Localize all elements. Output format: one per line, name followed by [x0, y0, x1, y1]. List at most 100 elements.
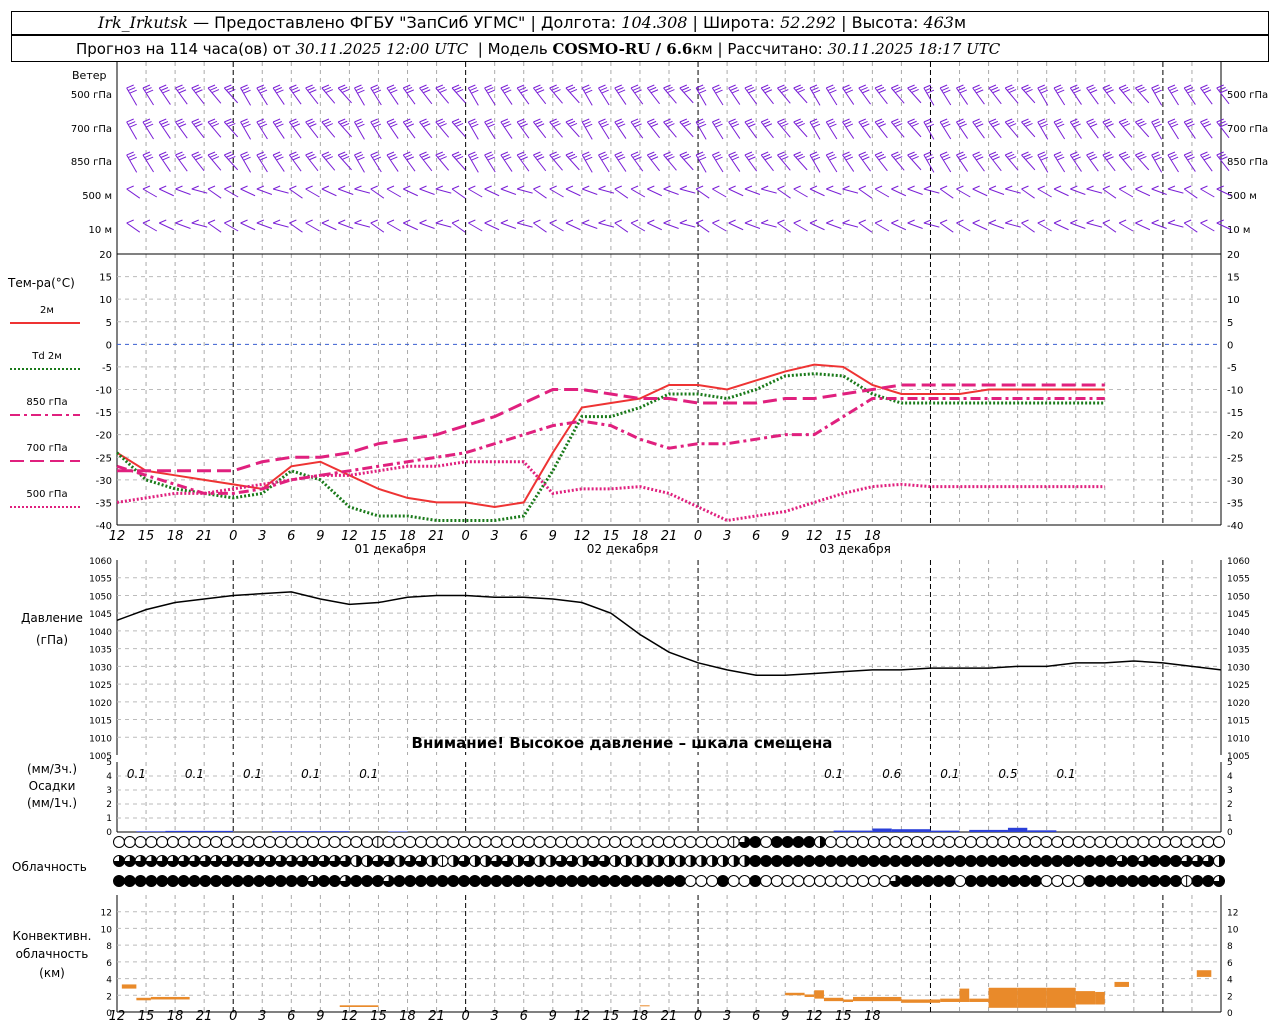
wind-barb-feather — [487, 156, 495, 161]
conv-bar — [969, 998, 989, 1002]
cloud-circle — [1180, 836, 1193, 848]
wind-barb-feather — [520, 89, 528, 94]
wind-barb — [793, 188, 808, 198]
cloud-fill-half — [690, 855, 697, 867]
time-tick-label: 9 — [316, 529, 324, 544]
cloud-symbol — [145, 875, 158, 887]
cloud-circle — [1051, 836, 1064, 848]
cloud-fill-full — [782, 836, 794, 848]
wind-barb-feather — [617, 89, 626, 94]
cloud-symbol — [263, 855, 276, 867]
wind-barb-feather — [712, 84, 720, 89]
wind-barb-feather — [925, 154, 933, 159]
cloud-symbol — [598, 855, 611, 867]
time-tick-label: 18 — [167, 529, 184, 544]
wind-barb — [891, 222, 907, 231]
wind-barb-feather — [744, 118, 753, 123]
wind-barb-feather — [292, 156, 301, 161]
wind-barb-feather — [695, 219, 704, 224]
wind-barb — [923, 222, 940, 228]
temp-ytick-left: 5 — [106, 318, 112, 329]
wind-barb-feather — [842, 219, 850, 224]
wind-barb-feather — [388, 154, 396, 158]
wind-barb-feather — [565, 151, 574, 156]
wind-barb-feather — [1088, 86, 1096, 91]
cloud-symbol — [587, 875, 600, 887]
wind-barb-feather — [731, 89, 740, 94]
wind-barb — [159, 222, 174, 231]
time-tick-label: 6 — [287, 529, 295, 544]
wind-barb-feather — [484, 185, 492, 190]
wind-barb-feather — [1005, 151, 1013, 156]
cloud-circle — [404, 836, 417, 848]
wind-barb-feather — [1086, 219, 1094, 224]
cloud-circle — [436, 836, 449, 848]
wind-barb-feather — [893, 86, 901, 91]
wind-barb-feather — [160, 121, 169, 125]
cloud-fill-full — [1019, 855, 1031, 867]
wind-barb — [207, 188, 222, 199]
wind-barb-feather — [272, 84, 281, 89]
cloud-fill-full — [178, 875, 190, 887]
wind-barb-feather — [193, 153, 201, 158]
wind-barb — [321, 222, 337, 231]
wind-barb-feather — [224, 151, 232, 156]
conv-ytick-left: 4 — [106, 976, 112, 986]
wind-barb — [907, 222, 923, 229]
cloud-symbol — [911, 855, 924, 867]
wind-barb-feather — [1037, 185, 1045, 190]
cloud-circle — [382, 836, 395, 848]
cloud-symbol — [565, 875, 578, 887]
wind-barb-feather — [647, 151, 655, 156]
wind-barb-feather — [126, 118, 134, 123]
wind-barb-feather — [553, 156, 561, 161]
wind-barb — [712, 222, 727, 232]
wind-barb-feather — [191, 151, 199, 156]
cloud-symbol — [738, 855, 751, 867]
wind-barb — [565, 222, 581, 231]
cloud-fill-full — [426, 875, 438, 887]
wind-barb-feather — [256, 151, 265, 156]
wind-barb-feather — [1169, 87, 1177, 92]
cloud-symbol — [166, 855, 179, 867]
cloud-symbol — [1202, 855, 1215, 867]
wind-barb-feather — [354, 219, 362, 224]
wind-barb — [126, 188, 141, 199]
cloud-fill-full — [987, 855, 999, 867]
pressure-warning: Внимание! Высокое давление – шкала смеще… — [412, 734, 833, 752]
wind-barb-feather — [878, 156, 886, 161]
cloud-symbol — [1072, 836, 1085, 848]
wind-barb-feather — [812, 123, 821, 128]
wind-barb-feather — [372, 154, 380, 159]
cloud-circle — [533, 836, 546, 848]
cloud-circle — [339, 836, 352, 848]
wind-barb-feather — [536, 123, 545, 128]
cloud-fill-full — [846, 855, 858, 867]
wind-barb-feather — [667, 156, 675, 161]
wind-barb-feather — [435, 185, 444, 190]
temp-ytick-left: -10 — [96, 386, 112, 397]
wind-barb — [1151, 188, 1167, 195]
wind-barb-feather — [959, 156, 967, 161]
wind-barb-feather — [1200, 118, 1208, 123]
cloud-symbol — [813, 836, 826, 848]
cloud-fill-full — [329, 875, 341, 887]
cloud-fill-full — [566, 875, 578, 887]
cloud-symbol — [307, 875, 320, 887]
time-tick-label: 15 — [138, 529, 155, 544]
wind-barb-feather — [1088, 153, 1096, 158]
wind-barb-feather — [274, 121, 282, 125]
wind-barb-feather — [404, 153, 413, 158]
cloud-symbol — [113, 836, 125, 848]
wind-barb-feather — [746, 153, 754, 158]
wind-barb-feather — [809, 185, 818, 190]
wind-barb-feather — [697, 154, 705, 159]
cloud-fill-full — [717, 875, 729, 887]
cloud-circle — [673, 836, 686, 848]
precip-3h-label: 0.1 — [127, 767, 146, 781]
wind-barb-feather — [891, 185, 899, 190]
wind-barb-feather — [191, 219, 199, 224]
wind-barb-feather — [500, 151, 509, 156]
cloud-fill-full — [544, 875, 556, 887]
cloud-symbol — [975, 836, 988, 848]
